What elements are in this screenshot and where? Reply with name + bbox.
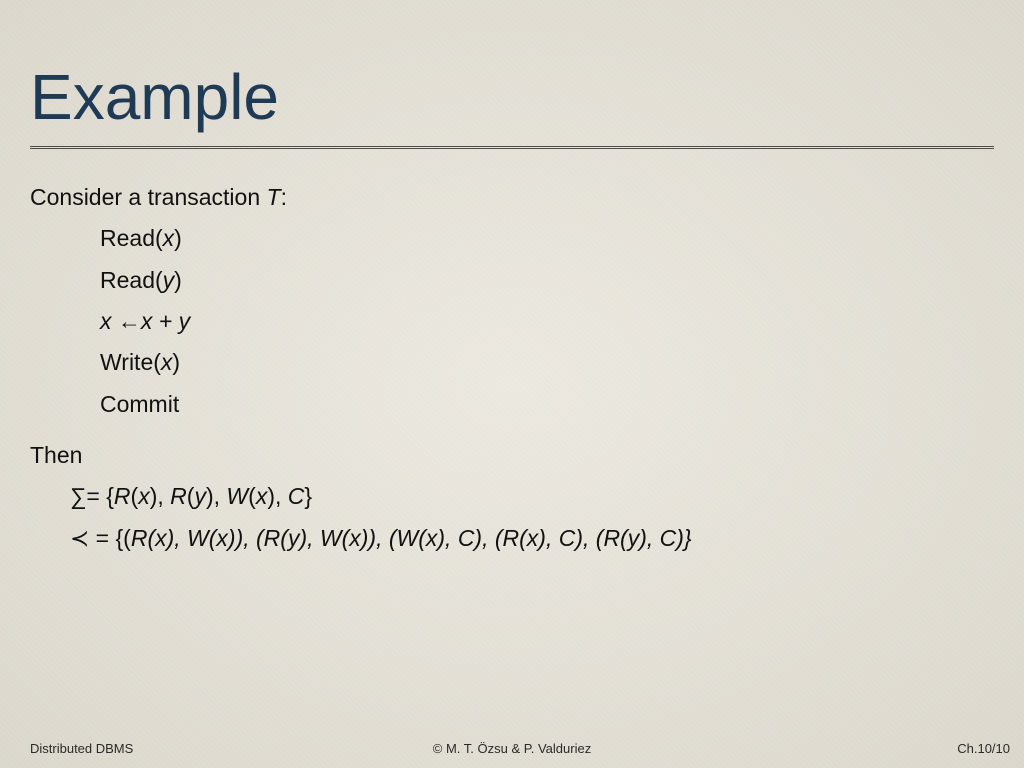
footer-center: © M. T. Özsu & P. Valduriez — [0, 741, 1024, 756]
slide-title: Example — [30, 60, 994, 134]
read-y-c: ) — [174, 267, 182, 293]
op-write-x: Write(x) — [30, 346, 994, 379]
slide: Example Consider a transaction T: Read(x… — [0, 0, 1024, 768]
read-y-a: Read( — [100, 267, 163, 293]
assign-rhs: x + y — [141, 308, 190, 334]
sigma-W1: W — [226, 483, 248, 509]
sigma-W1d: ), — [267, 483, 287, 509]
sigma-R1c: x — [138, 483, 150, 509]
sigma-eq: = { — [86, 483, 114, 509]
write-x-c: ) — [172, 349, 180, 375]
write-x-var: x — [161, 349, 173, 375]
write-x-a: Write( — [100, 349, 161, 375]
op-assign: x ←x + y — [30, 305, 994, 338]
sigma-line: ∑= {R(x), R(y), W(x), C} — [30, 480, 994, 513]
prec-symbol: ≺ — [70, 525, 89, 551]
footer-right: Ch.10/10 — [957, 741, 1010, 756]
intro-var-T: T — [267, 184, 281, 210]
intro-prefix: Consider a transaction — [30, 184, 267, 210]
op-commit: Commit — [30, 388, 994, 421]
read-x-var: x — [163, 225, 175, 251]
op-read-x: Read(x) — [30, 222, 994, 255]
sigma-symbol: ∑ — [70, 483, 86, 509]
sigma-R2d: ), — [206, 483, 226, 509]
title-rule — [30, 146, 994, 153]
intro-line: Consider a transaction T: — [30, 181, 994, 214]
sigma-W1c: x — [256, 483, 268, 509]
op-read-y: Read(y) — [30, 264, 994, 297]
assign-arrow: ← — [118, 308, 141, 334]
prec-line: ≺ = {(R(x), W(x)), (R(y), W(x)), (W(x), … — [30, 522, 994, 555]
assign-lhs: x — [100, 308, 118, 334]
sigma-close: } — [304, 483, 312, 509]
sigma-R1: R — [114, 483, 131, 509]
slide-body: Consider a transaction T: Read(x) Read(y… — [30, 181, 994, 555]
read-y-var: y — [163, 267, 175, 293]
prec-body: R(x), W(x)), (R(y), W(x)), (W(x), C), (R… — [131, 525, 692, 551]
sigma-C: C — [288, 483, 305, 509]
sigma-R1d: ), — [150, 483, 170, 509]
read-x-a: Read( — [100, 225, 163, 251]
intro-suffix: : — [281, 184, 287, 210]
sigma-R2c: y — [194, 483, 206, 509]
sigma-R2: R — [170, 483, 187, 509]
read-x-c: ) — [174, 225, 182, 251]
sigma-W1b: ( — [248, 483, 256, 509]
prec-eq: = {( — [89, 525, 131, 551]
then-line: Then — [30, 439, 994, 472]
